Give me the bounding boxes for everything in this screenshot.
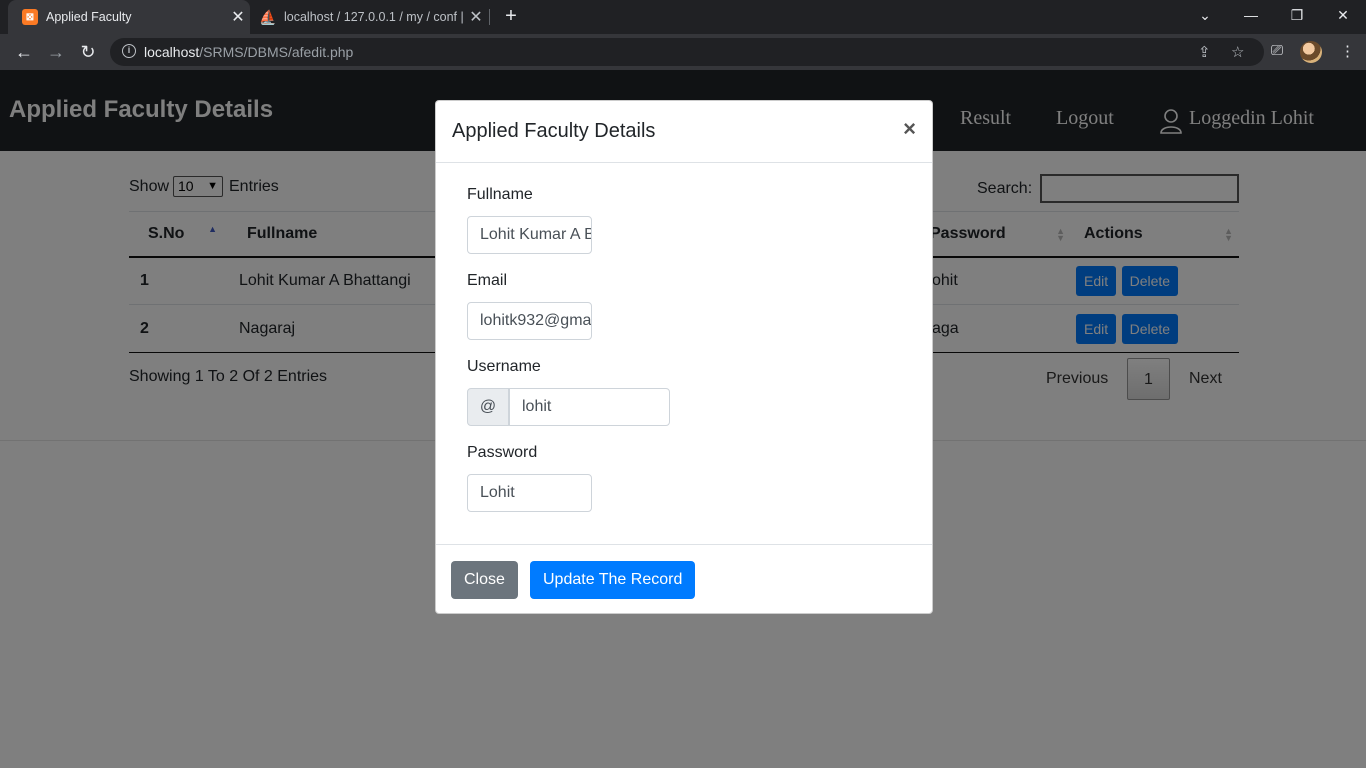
fullname-label: Fullname — [467, 186, 533, 203]
modal-header: Applied Faculty Details × — [436, 101, 932, 163]
close-button[interactable]: Close — [451, 561, 518, 599]
email-label: Email — [467, 272, 508, 289]
tab-title: localhost / 127.0.0.1 / my / conf | — [284, 10, 464, 24]
reload-icon[interactable]: ↻ — [74, 38, 102, 66]
tab-title: Applied Faculty — [46, 10, 132, 24]
phpmyadmin-favicon-icon: ⛵ — [259, 8, 277, 25]
forward-icon[interactable]: → — [42, 38, 70, 66]
browser-tabstrip: ⊠ Applied Faculty ✕ ⛵ localhost / 127.0.… — [0, 0, 1366, 34]
profile-avatar[interactable] — [1300, 41, 1322, 63]
edit-modal: Applied Faculty Details × Fullname Lohit… — [435, 100, 933, 614]
browser-tab-active[interactable]: ⊠ Applied Faculty ✕ — [8, 0, 250, 34]
restore-icon[interactable]: ❐ — [1274, 0, 1320, 30]
tab-search-icon[interactable]: ⌄ — [1182, 0, 1228, 30]
browser-toolbar: ← → ↻ i localhost/SRMS/DBMS/afedit.php ⇪… — [0, 34, 1366, 70]
share-icon[interactable]: ⇪ — [1198, 43, 1211, 61]
xampp-favicon-icon: ⊠ — [22, 9, 38, 25]
username-input[interactable]: lohit — [509, 388, 670, 426]
new-tab-icon[interactable]: + — [500, 4, 522, 28]
username-label: Username — [467, 358, 541, 375]
close-window-icon[interactable]: ✕ — [1320, 0, 1366, 30]
modal-footer: Close Update The Record — [436, 544, 932, 614]
password-label: Password — [467, 444, 538, 461]
back-icon[interactable]: ← — [10, 38, 38, 66]
password-input[interactable]: Lohit — [467, 474, 592, 512]
address-bar[interactable]: i localhost/SRMS/DBMS/afedit.php ⇪ ☆ — [110, 38, 1264, 66]
browser-tab-phpmyadmin[interactable]: ⛵ localhost / 127.0.0.1 / my / conf | ✕ — [252, 0, 488, 34]
email-input[interactable]: lohitk932@gmail.com — [467, 302, 592, 340]
cast-icon[interactable]: ⎚ — [1271, 42, 1283, 59]
menu-kebab-icon[interactable]: ⋮ — [1340, 42, 1355, 60]
tab-divider — [489, 9, 490, 25]
tab-close-icon[interactable]: ✕ — [464, 7, 488, 27]
update-record-button[interactable]: Update The Record — [530, 561, 696, 599]
minimize-icon[interactable]: — — [1228, 0, 1274, 30]
fullname-input[interactable]: Lohit Kumar A Bhattangi — [467, 216, 592, 254]
url-text: localhost/SRMS/DBMS/afedit.php — [144, 44, 354, 60]
modal-body: Fullname Lohit Kumar A Bhattangi Email l… — [436, 163, 932, 544]
modal-close-icon[interactable]: × — [903, 116, 916, 142]
tab-close-icon[interactable]: ✕ — [226, 7, 250, 27]
at-sign-addon: @ — [467, 388, 509, 426]
site-info-icon[interactable]: i — [122, 44, 136, 58]
modal-title: Applied Faculty Details — [452, 120, 656, 142]
bookmark-star-icon[interactable]: ☆ — [1231, 43, 1244, 61]
